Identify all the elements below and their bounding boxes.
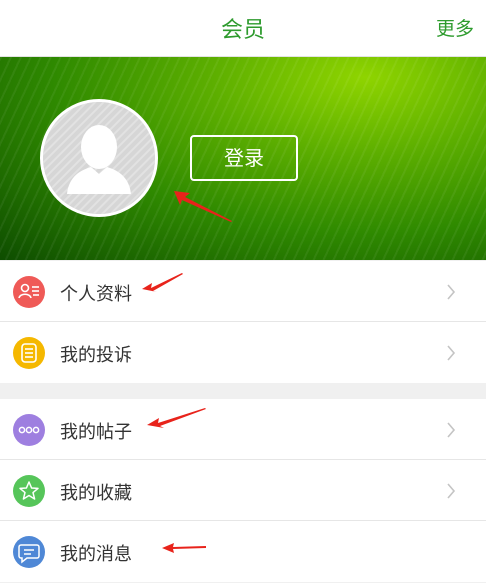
chevron-right-icon bbox=[447, 422, 456, 438]
message-bubble-icon bbox=[13, 536, 45, 568]
login-button[interactable]: 登录 bbox=[190, 135, 298, 181]
menu-group-account: 个人资料 我的投诉 bbox=[0, 261, 486, 383]
annotation-arrow-icon bbox=[147, 408, 206, 428]
menu-item-label: 我的消息 bbox=[60, 544, 132, 565]
annotation-arrow-icon bbox=[162, 543, 206, 553]
posts-dots-icon bbox=[13, 414, 45, 446]
chevron-right-icon bbox=[447, 483, 456, 499]
menu-item-favorites[interactable]: 我的收藏 bbox=[0, 460, 486, 521]
menu-item-label: 个人资料 bbox=[60, 284, 132, 305]
more-button[interactable]: 更多 bbox=[436, 14, 474, 41]
chevron-right-icon bbox=[447, 345, 456, 361]
menu-item-label: 我的收藏 bbox=[60, 483, 132, 504]
menu-item-profile[interactable]: 个人资料 bbox=[0, 261, 486, 322]
menu-item-posts[interactable]: 我的帖子 bbox=[0, 399, 486, 460]
annotation-arrow-icon bbox=[174, 191, 232, 222]
profile-card-icon bbox=[13, 276, 45, 308]
profile-banner: 登录 bbox=[0, 57, 486, 260]
menu-item-messages[interactable]: 我的消息 bbox=[0, 521, 486, 582]
menu-item-label: 我的帖子 bbox=[60, 422, 132, 443]
menu-item-complaints[interactable]: 我的投诉 bbox=[0, 322, 486, 383]
complaint-list-icon bbox=[13, 337, 45, 369]
menu-group-content: 我的帖子 我的收藏 我的消息 bbox=[0, 399, 486, 582]
avatar[interactable] bbox=[40, 99, 158, 217]
top-bar: 会员 更多 bbox=[0, 0, 486, 57]
page-title: 会员 bbox=[220, 18, 265, 43]
default-user-icon bbox=[43, 102, 155, 214]
menu-item-label: 我的投诉 bbox=[60, 345, 132, 366]
star-icon bbox=[13, 475, 45, 507]
chevron-right-icon bbox=[447, 284, 456, 300]
annotation-arrow-icon bbox=[142, 273, 183, 292]
